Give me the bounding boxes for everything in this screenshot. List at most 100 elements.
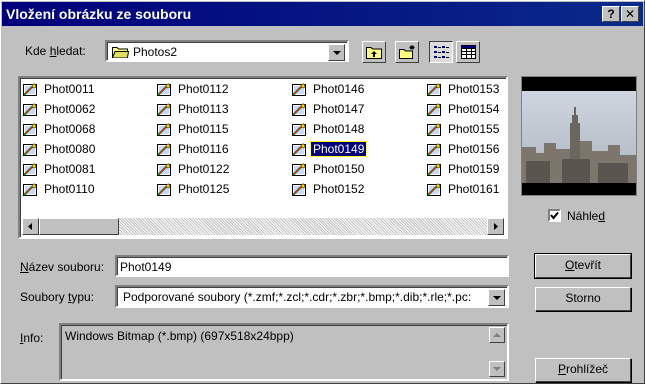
details-view-icon [461, 45, 476, 62]
image-file-icon [426, 82, 442, 97]
file-item[interactable]: Phot0112 [156, 81, 231, 98]
file-item[interactable]: Phot0011 [22, 81, 97, 98]
info-box: Windows Bitmap (*.bmp) (697x518x24bpp) [59, 323, 509, 381]
preview-label[interactable]: Náhled [567, 208, 605, 224]
file-item[interactable]: Phot0125 [156, 181, 231, 198]
file-name: Phot0116 [178, 142, 229, 156]
title-bar: Vložení obrázku ze souboru ? ✕ [2, 2, 643, 26]
image-file-icon [22, 122, 38, 137]
file-item[interactable]: Phot0068 [22, 121, 97, 138]
file-item[interactable]: Phot0150 [291, 161, 366, 178]
file-item[interactable]: Phot0081 [22, 161, 97, 178]
file-name: Phot0156 [448, 142, 500, 156]
file-item[interactable]: Phot0152 [291, 181, 366, 198]
file-item[interactable]: Phot0159 [426, 161, 501, 178]
image-file-icon [291, 102, 307, 117]
up-folder-icon [366, 45, 383, 62]
new-folder-button[interactable] [395, 41, 419, 63]
file-item[interactable]: Phot0110 [22, 181, 97, 198]
file-item[interactable]: Phot0147 [291, 101, 366, 118]
list-view-icon [434, 46, 449, 61]
file-name: Phot0113 [178, 102, 229, 116]
file-item[interactable]: Phot0148 [291, 121, 366, 138]
close-button[interactable]: ✕ [621, 6, 639, 22]
cancel-button[interactable]: Storno [535, 287, 631, 311]
info-value: Windows Bitmap (*.bmp) (697x518x24bpp) [65, 329, 294, 343]
arrow-up-icon [493, 333, 501, 337]
new-folder-icon [399, 45, 416, 62]
filetype-value: Podporované soubory (*.zmf;*.zcl;*.cdr;*… [123, 290, 472, 304]
file-item[interactable]: Phot0062 [22, 101, 97, 118]
image-file-icon [22, 82, 38, 97]
file-item[interactable]: Phot0149 [291, 141, 368, 158]
checkmark-icon [550, 211, 559, 220]
file-name: Phot0062 [44, 102, 96, 116]
look-in-dropdown[interactable]: Photos2 [105, 40, 349, 62]
file-item[interactable]: Phot0156 [426, 141, 501, 158]
file-item[interactable]: Phot0161 [426, 181, 501, 198]
file-name: Phot0147 [313, 102, 365, 116]
file-name: Phot0068 [44, 122, 96, 136]
scroll-right-button[interactable] [487, 218, 504, 235]
file-name: Phot0152 [313, 182, 365, 196]
image-file-icon [426, 142, 442, 157]
file-item[interactable]: Phot0080 [22, 141, 97, 158]
image-file-icon [156, 142, 172, 157]
file-list[interactable]: Phot0011 Phot0062 Phot0068 Phot0080 Phot0081… [18, 76, 508, 239]
scroll-left-button[interactable] [22, 218, 39, 235]
file-name: Phot0080 [44, 142, 96, 156]
open-button[interactable]: Otevřít [534, 253, 632, 279]
file-name: Phot0161 [448, 182, 500, 196]
arrow-left-icon [28, 223, 32, 230]
file-name: Phot0011 [44, 82, 95, 96]
list-view-button[interactable] [429, 41, 453, 63]
file-item[interactable]: Phot0115 [156, 121, 231, 138]
file-name: Phot0146 [313, 82, 365, 96]
file-name: Phot0154 [448, 102, 500, 116]
filetype-dropdown[interactable]: Podporované soubory (*.zmf;*.zcl;*.cdr;*… [115, 285, 509, 308]
look-in-value: Photos2 [133, 45, 178, 59]
horizontal-scrollbar[interactable] [22, 218, 504, 235]
file-name: Phot0150 [313, 162, 365, 176]
image-file-icon [426, 122, 442, 137]
file-name: Phot0153 [448, 82, 500, 96]
file-name: Phot0125 [178, 182, 230, 196]
dialog-title: Vložení obrázku ze souboru [6, 6, 192, 22]
file-item[interactable]: Phot0146 [291, 81, 366, 98]
browser-button[interactable]: Prohlížeč [535, 358, 631, 382]
file-name: Phot0112 [178, 82, 229, 96]
file-item[interactable]: Phot0113 [156, 101, 231, 118]
details-view-button[interactable] [456, 41, 480, 63]
chevron-down-icon[interactable] [328, 44, 345, 61]
preview-checkbox[interactable] [548, 209, 561, 222]
file-item[interactable]: Phot0153 [426, 81, 501, 98]
image-file-icon [291, 182, 307, 197]
filename-value: Phot0149 [120, 260, 172, 274]
scroll-down-button[interactable] [489, 361, 505, 377]
filename-label: Název souboru: [20, 260, 105, 274]
up-folder-button[interactable] [362, 41, 386, 63]
filename-input[interactable]: Phot0149 [115, 255, 509, 277]
file-name: Phot0122 [178, 162, 230, 176]
file-item[interactable]: Phot0154 [426, 101, 501, 118]
filetype-label: Soubory typu: [20, 290, 95, 304]
image-file-icon [22, 102, 38, 117]
image-preview [521, 76, 637, 196]
city-skyline-image [522, 77, 636, 195]
image-file-icon [22, 182, 38, 197]
insert-image-dialog: Vložení obrázku ze souboru ? ✕ Kde hleda… [0, 0, 645, 384]
scroll-thumb[interactable] [39, 218, 119, 235]
folder-icon [112, 45, 130, 61]
chevron-down-icon[interactable] [488, 289, 505, 306]
image-file-icon [291, 142, 307, 157]
help-button[interactable]: ? [602, 6, 620, 22]
image-file-icon [156, 162, 172, 177]
image-file-icon [291, 162, 307, 177]
file-name: Phot0159 [448, 162, 500, 176]
image-file-icon [156, 122, 172, 137]
file-item[interactable]: Phot0116 [156, 141, 231, 158]
scroll-up-button[interactable] [489, 327, 505, 343]
image-file-icon [426, 162, 442, 177]
file-item[interactable]: Phot0122 [156, 161, 231, 178]
file-item[interactable]: Phot0155 [426, 121, 501, 138]
